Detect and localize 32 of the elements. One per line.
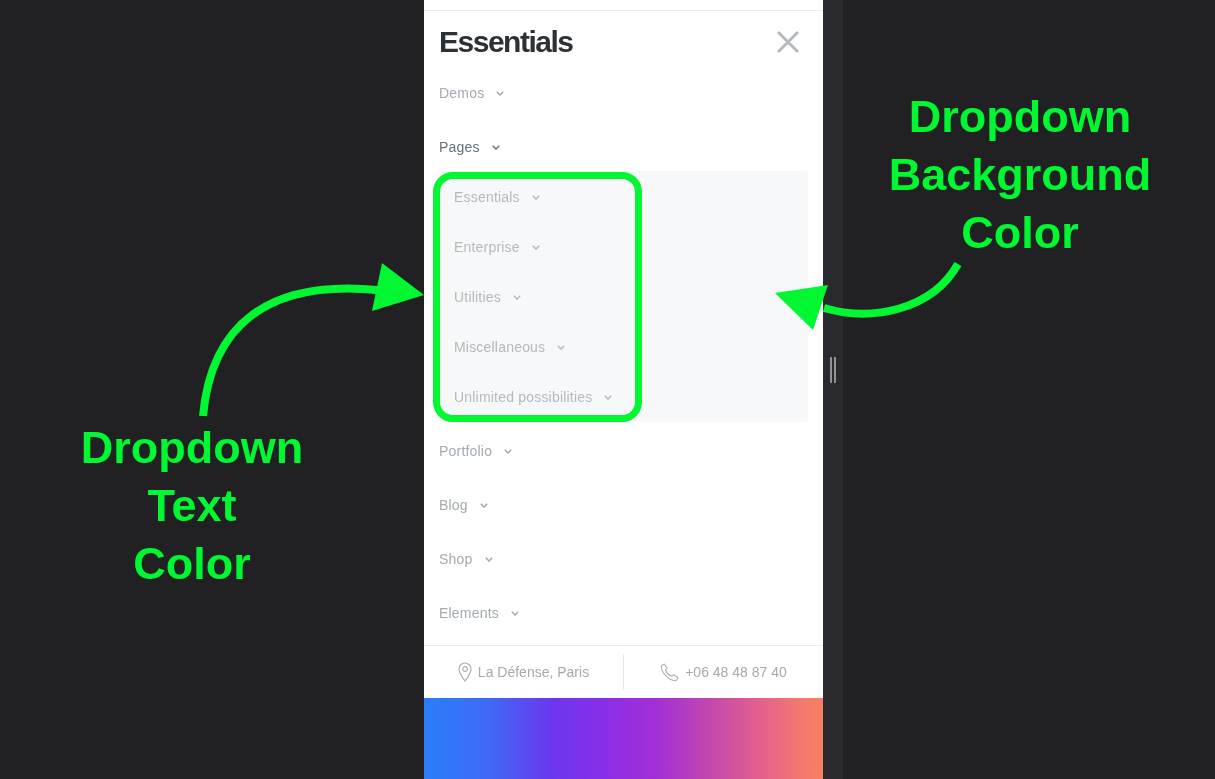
annotation-label: Dropdown Background Color (888, 90, 1152, 260)
annotation-label: Dropdown Text Color (80, 421, 304, 591)
close-icon (776, 29, 800, 54)
chevron-down-icon (531, 194, 540, 200)
chevron-down-icon (510, 610, 519, 616)
menu-item[interactable]: Shop (439, 551, 493, 567)
submenu-item[interactable]: Enterprise (454, 239, 540, 255)
drag-handle-icon (830, 357, 836, 383)
phone-icon (660, 662, 680, 682)
map-pin-icon (457, 662, 472, 682)
menu-item[interactable]: Elements (439, 605, 519, 621)
submenu-item[interactable]: Essentials (454, 189, 540, 205)
chevron-down-icon (496, 90, 505, 96)
chevron-down-icon (479, 502, 488, 508)
close-button[interactable] (776, 29, 800, 54)
menu-item[interactable]: Demos (439, 85, 505, 101)
panel-title: Essentials (439, 24, 573, 59)
chevron-down-icon (604, 394, 613, 400)
chevron-down-icon (531, 244, 540, 250)
submenu-item[interactable]: Miscellaneous (454, 339, 566, 355)
chevron-down-icon (504, 448, 513, 454)
chevron-down-icon (491, 144, 500, 150)
phone-number: +06 48 48 87 40 (685, 664, 787, 680)
menu-item[interactable]: Blog (439, 497, 488, 513)
submenu-item[interactable]: Unlimited possibilities (454, 389, 613, 405)
address-text: La Défense, Paris (477, 664, 590, 680)
chevron-down-icon (557, 344, 566, 350)
chevron-down-icon (484, 556, 493, 562)
submenu-item[interactable]: Utilities (454, 289, 521, 305)
chevron-down-icon (512, 294, 521, 300)
menu-item[interactable]: Portfolio (439, 443, 513, 459)
menu-item[interactable]: Pages (439, 139, 500, 155)
